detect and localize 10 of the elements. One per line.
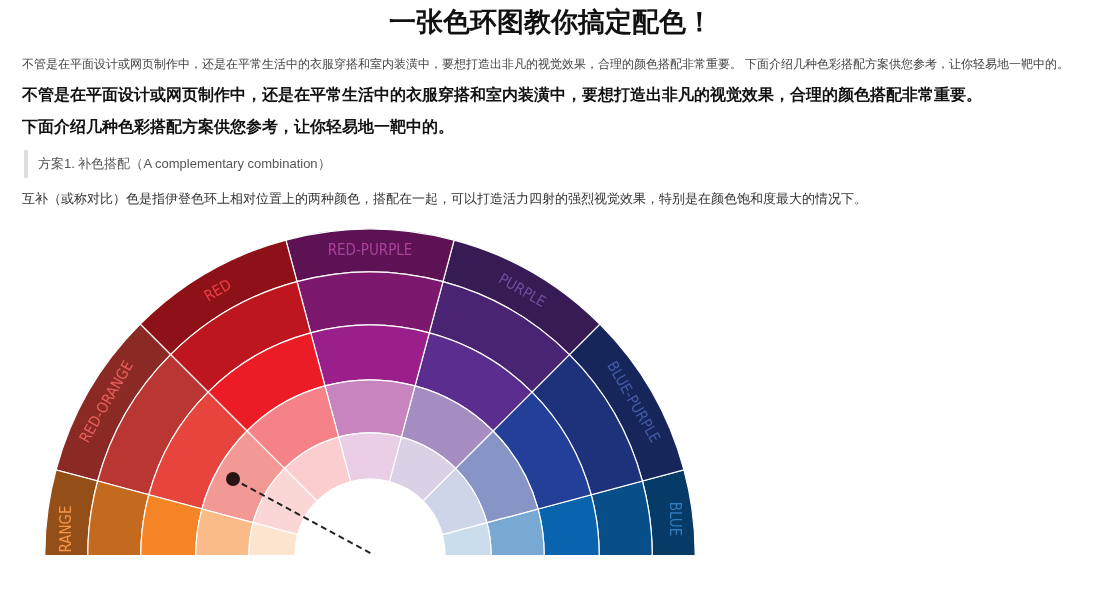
intro-paragraph: 不管是在平面设计或网页制作中，还是在平常生活中的衣服穿搭和室内装潢中，要想打造出非凡的视觉效果，合理的颜色搭配非常重要。 下面介绍几种色彩搭配方案供您参考，让你轻易地一靶中的。 (22, 56, 1071, 73)
bold-paragraph: 不管是在平面设计或网页制作中，还是在平常生活中的衣服穿搭和室内装潢中，要想打造出非凡的视觉效果，合理的颜色搭配非常重要。 (22, 85, 983, 105)
blockquote: 方案1. 补色搭配（A complementary combination） (24, 150, 1080, 178)
hue-label: BLUE (665, 501, 684, 537)
article-title: 一张色环图教你搞定配色！ (388, 6, 714, 39)
hue-label: RED-PURPLE (327, 240, 413, 259)
hue-label: RED (201, 275, 235, 306)
body-paragraph: 互补（或称对比）色是指伊登色环上相对位置上的两种颜色，搭配在一起，可以打造活力四射的强烈视觉效果，特别是在颜色饱和度最大的情况下。 (22, 190, 868, 208)
bold-paragraph: 下面介绍几种色彩搭配方案供您参考，让你轻易地一靶中的。 (22, 117, 455, 137)
hue-label: RANGE (56, 505, 75, 553)
